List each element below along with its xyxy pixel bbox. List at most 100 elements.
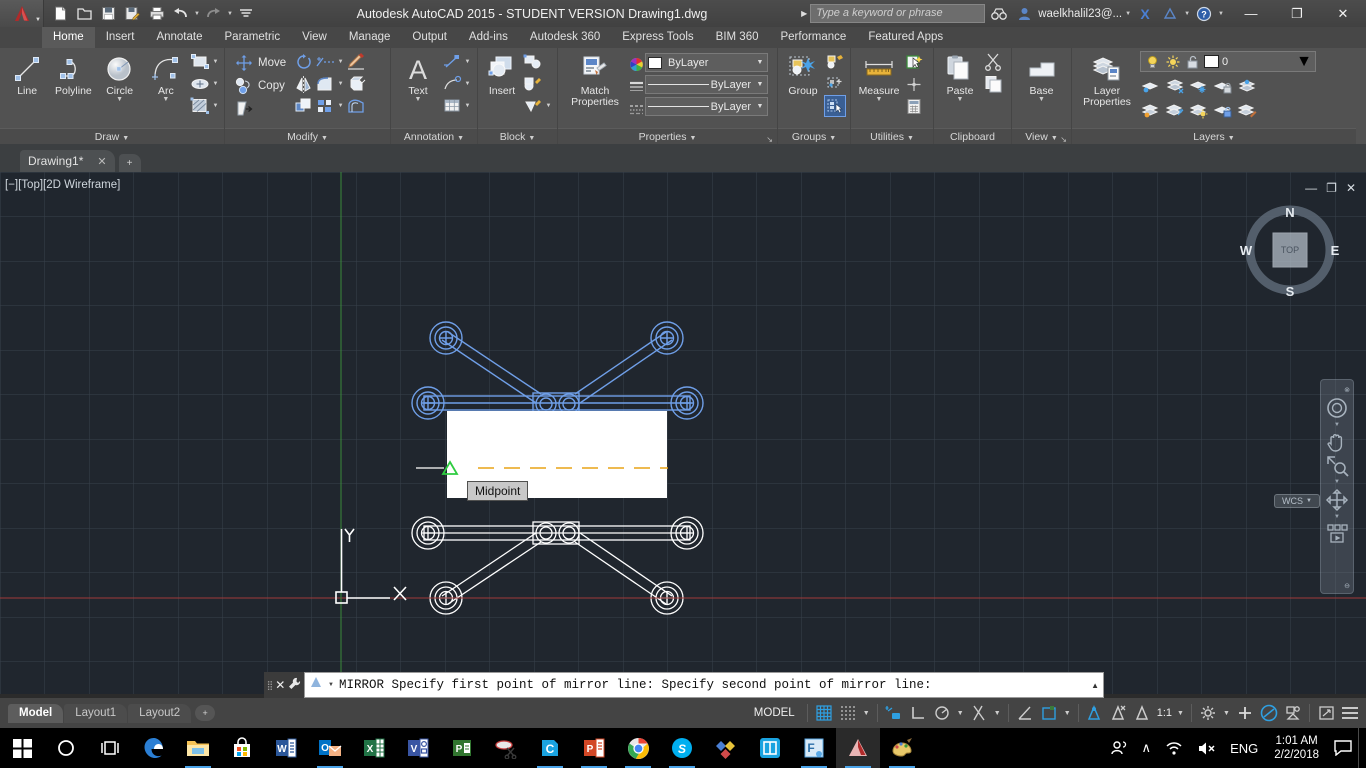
show-desktop-button[interactable]	[1358, 728, 1364, 768]
dynamic-ucs-toggle[interactable]	[1037, 699, 1061, 727]
ribbon-tab-manage[interactable]: Manage	[338, 27, 402, 48]
ribbon-tab-view[interactable]: View	[291, 27, 338, 48]
customization-menu-button[interactable]	[1338, 699, 1362, 727]
layer-lock-icon[interactable]	[1212, 75, 1234, 97]
panel-layers-expand-icon[interactable]: ▼	[1228, 135, 1235, 142]
layer-on-bulb-icon[interactable]	[1144, 53, 1161, 70]
panel-block-expand-icon[interactable]: ▼	[528, 135, 535, 142]
paste-dropdown-icon[interactable]: ▼	[957, 96, 964, 103]
rectangle-dropdown-icon[interactable]: ▼	[211, 59, 220, 65]
linetype-chevron-icon[interactable]: ▼	[755, 103, 765, 110]
signed-in-user-label[interactable]: waelkhalil23@...	[1038, 8, 1122, 20]
ribbon-tab-performance[interactable]: Performance	[769, 27, 857, 48]
measure-dropdown-icon[interactable]: ▼	[876, 96, 883, 103]
snap-settings-chevron-icon[interactable]: ▼	[860, 699, 873, 727]
modify-erase-button[interactable]	[345, 51, 367, 73]
save-file-button[interactable]	[98, 3, 119, 24]
block-edit-button[interactable]	[522, 73, 553, 95]
wifi-icon[interactable]	[1158, 741, 1190, 756]
layout-tab-layout1[interactable]: Layout1	[64, 703, 128, 723]
modify-explode-button[interactable]	[345, 73, 367, 95]
group-edit-button[interactable]	[824, 73, 846, 95]
ribbon-tab-annotate[interactable]: Annotate	[145, 27, 213, 48]
clean-screen-button[interactable]	[1314, 699, 1338, 727]
measure-button[interactable]: Measure ▼	[855, 51, 903, 103]
modify-fillet-button[interactable]: ▼	[314, 73, 345, 95]
block-define-attribute-button[interactable]: ▼	[522, 95, 553, 117]
lineweight-combo[interactable]: ByLayer ▼	[645, 75, 768, 94]
new-layout-button[interactable]: +	[195, 705, 216, 721]
people-icon[interactable]	[1104, 740, 1135, 756]
user-menu-chevron-icon[interactable]: ▼	[1125, 11, 1131, 17]
layer-thaw-sun-icon[interactable]	[1164, 53, 1181, 70]
minimize-window-button[interactable]: —	[1228, 0, 1274, 27]
layer-properties-button[interactable]: Layer Properties	[1076, 51, 1138, 108]
scale-chevron-icon[interactable]: ▼	[1174, 699, 1187, 727]
leader-dropdown-icon[interactable]: ▼	[463, 81, 472, 87]
draw-ellipse-button[interactable]: ▼	[189, 73, 220, 95]
workspace-switching-button[interactable]	[1196, 699, 1220, 727]
modify-scale-button[interactable]	[292, 95, 314, 117]
modify-trim-button[interactable]: ▼	[314, 51, 345, 73]
panel-draw-expand-icon[interactable]: ▼	[122, 135, 129, 142]
draw-arc-button[interactable]: Arc ▼	[143, 51, 189, 103]
annotation-scale-sync-toggle[interactable]	[1131, 699, 1155, 727]
modify-rotate-button[interactable]	[292, 51, 314, 73]
ribbon-tab-add-ins[interactable]: Add-ins	[458, 27, 519, 48]
modify-array-button[interactable]: ▼	[314, 95, 345, 117]
search-binoculars-icon[interactable]	[988, 3, 1010, 25]
layer-unlock-icon[interactable]	[1184, 53, 1201, 70]
annotation-scale-value[interactable]: 1:1	[1155, 707, 1174, 719]
panel-modify-expand-icon[interactable]: ▼	[321, 135, 328, 142]
modify-copy-button[interactable]: Copy	[231, 74, 288, 97]
trim-dropdown-icon[interactable]: ▼	[336, 59, 345, 65]
ribbon-tab-home[interactable]: Home	[42, 27, 95, 48]
table-dropdown-icon[interactable]: ▼	[463, 103, 472, 109]
document-tab-drawing1[interactable]: Drawing1* ✕	[20, 150, 115, 172]
attribute-dropdown-icon[interactable]: ▼	[544, 103, 553, 109]
base-view-dropdown-icon[interactable]: ▼	[1038, 96, 1045, 103]
ribbon-tab-bim-360[interactable]: BIM 360	[705, 27, 770, 48]
modify-mirror-button[interactable]	[292, 73, 314, 95]
object-snap-toggle[interactable]	[967, 699, 991, 727]
layer-isolate-icon[interactable]	[1140, 75, 1162, 97]
layer-combo-chevron-icon[interactable]: ▼	[1296, 53, 1312, 71]
autodesk-desktop-button[interactable]	[704, 728, 748, 768]
draw-circle-dropdown-icon[interactable]: ▼	[116, 96, 123, 103]
language-indicator[interactable]: ENG	[1223, 741, 1265, 756]
isolate-objects-button[interactable]	[1257, 699, 1281, 727]
open-file-button[interactable]	[74, 3, 95, 24]
outlook-button[interactable]: O	[308, 728, 352, 768]
workspace-chevron-icon[interactable]: ▼	[1220, 699, 1233, 727]
command-line-handle[interactable]: ⣿ ✕	[264, 672, 304, 698]
a360-chevron-icon[interactable]: ▼	[1184, 11, 1190, 17]
command-input-box[interactable]: ▼ MIRROR Specify first point of mirror l…	[304, 672, 1104, 698]
modify-move-button[interactable]: Move	[231, 51, 288, 74]
snap-mode-toggle[interactable]	[836, 699, 860, 727]
close-window-button[interactable]: ✕	[1320, 0, 1366, 27]
layer-thaw-all-icon[interactable]	[1188, 99, 1210, 121]
panel-title-properties[interactable]: Properties ▼ ↘	[558, 128, 777, 144]
redo-dropdown-icon[interactable]: ▼	[227, 11, 233, 17]
layout-tab-model[interactable]: Model	[8, 703, 64, 723]
ribbon-tab-insert[interactable]: Insert	[95, 27, 146, 48]
panel-groups-expand-icon[interactable]: ▼	[829, 135, 836, 142]
modify-offset-button[interactable]	[345, 95, 367, 117]
base-view-button[interactable]: Base ▼	[1018, 51, 1066, 103]
object-color-combo[interactable]: ByLayer ▼	[645, 53, 768, 72]
help-chevron-icon[interactable]: ▼	[1218, 11, 1224, 17]
layer-freeze-icon[interactable]	[1164, 75, 1186, 97]
polar-tracking-toggle[interactable]	[930, 699, 954, 727]
ellipse-dropdown-icon[interactable]: ▼	[211, 81, 220, 87]
command-close-icon[interactable]: ✕	[275, 678, 285, 692]
new-file-button[interactable]	[50, 3, 71, 24]
camtasia-button[interactable]: C	[528, 728, 572, 768]
ungroup-button[interactable]	[824, 51, 846, 73]
edge-browser-button[interactable]	[132, 728, 176, 768]
panel-title-draw[interactable]: Draw ▼	[0, 128, 224, 144]
osnap-settings-chevron-icon[interactable]: ▼	[991, 699, 1004, 727]
fillet-dropdown-icon[interactable]: ▼	[336, 81, 345, 87]
customize-qat-button[interactable]	[236, 3, 257, 24]
grid-display-toggle[interactable]	[812, 699, 836, 727]
ortho-mode-toggle[interactable]	[906, 699, 930, 727]
